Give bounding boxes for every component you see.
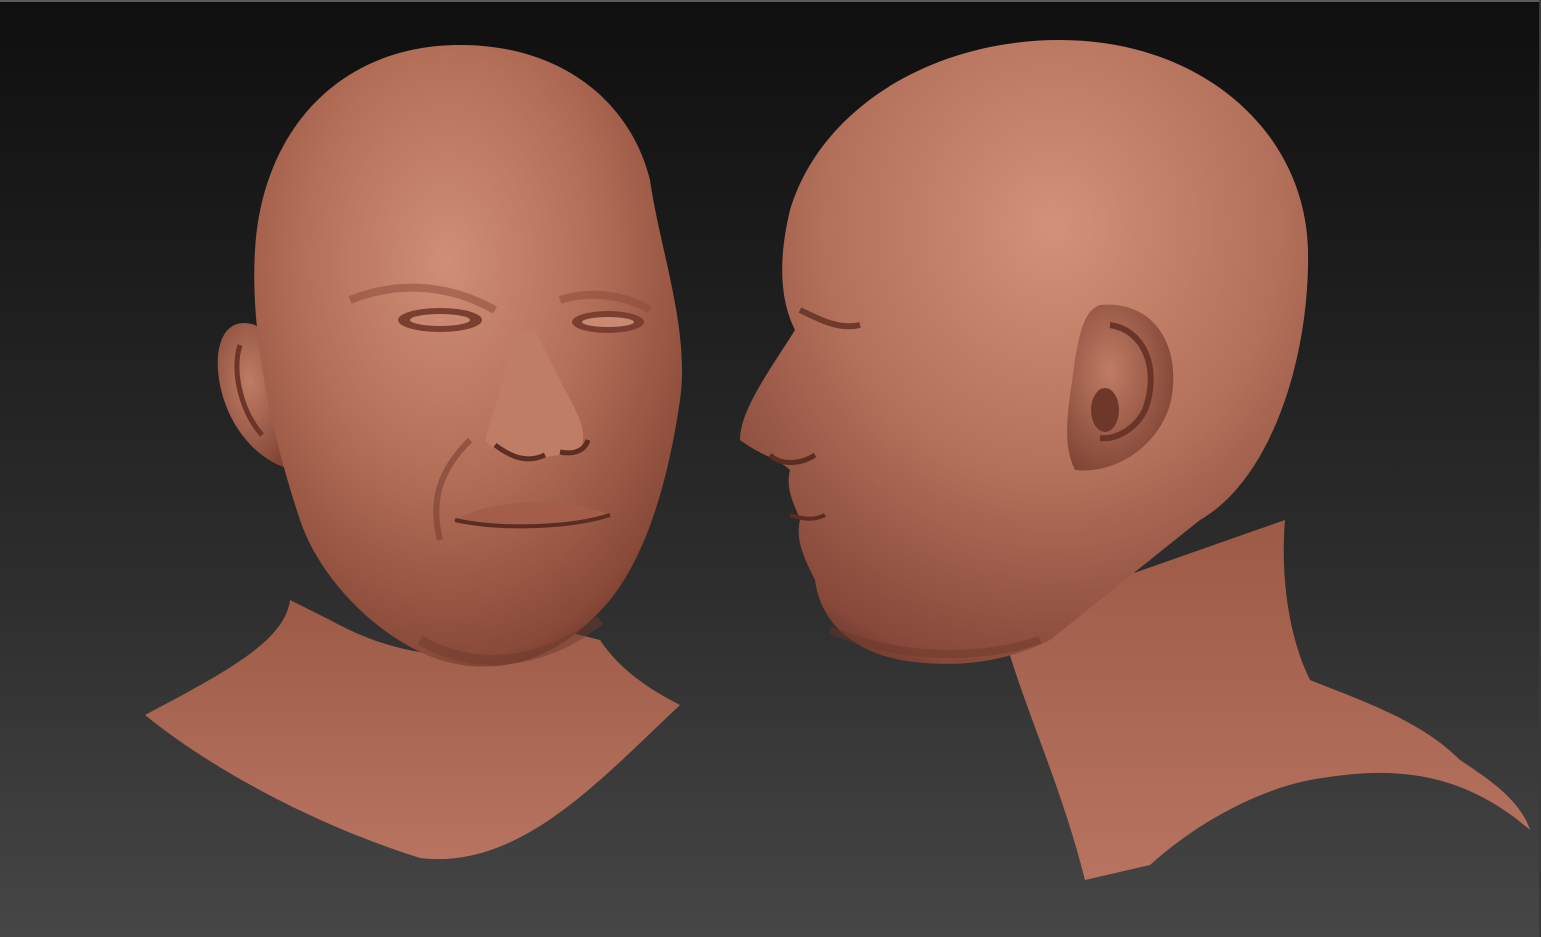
side-head-model[interactable] (740, 40, 1530, 880)
front-head-shape (254, 45, 683, 667)
sculpt-scene[interactable] (0, 0, 1541, 937)
canvas-viewport[interactable] (0, 0, 1541, 937)
front-head-model[interactable] (145, 45, 683, 860)
